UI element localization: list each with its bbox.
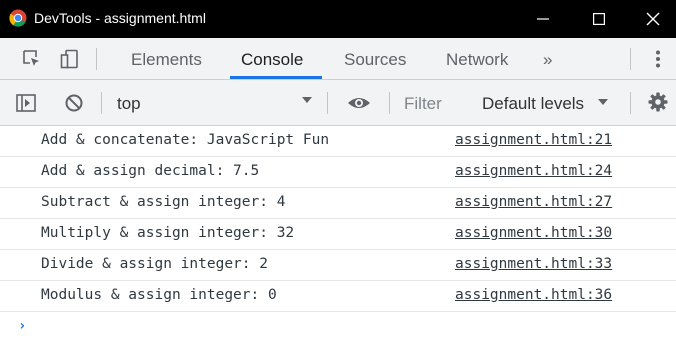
console-message: Modulus & assign integer: 0 assignment.h… — [0, 281, 676, 312]
source-link[interactable]: assignment.html:24 — [455, 163, 612, 179]
source-link[interactable]: assignment.html:30 — [455, 225, 612, 241]
toolbar-divider — [630, 92, 631, 114]
toolbar-divider — [101, 92, 102, 114]
context-selector[interactable]: top — [117, 94, 141, 114]
tab-console[interactable]: Console — [241, 50, 303, 70]
close-icon — [646, 12, 660, 26]
console-output: Add & concatenate: JavaScript Fun assign… — [0, 126, 676, 338]
show-sidebar-icon[interactable] — [16, 93, 36, 113]
message-text: Add & concatenate: JavaScript Fun — [41, 132, 330, 148]
gear-icon[interactable] — [648, 92, 668, 112]
minimize-button[interactable] — [520, 0, 566, 38]
console-message: Add & assign decimal: 7.5 assignment.htm… — [0, 157, 676, 188]
console-prompt[interactable]: › — [0, 312, 676, 338]
message-text: Modulus & assign integer: 0 — [41, 287, 277, 303]
window-title: DevTools - assignment.html — [34, 10, 206, 26]
log-levels-dropdown[interactable]: Default levels — [482, 94, 584, 114]
more-tabs-button[interactable]: » — [543, 50, 552, 70]
close-button[interactable] — [630, 0, 676, 38]
toolbar-divider — [327, 92, 328, 114]
source-link[interactable]: assignment.html:21 — [455, 132, 612, 148]
console-message: Subtract & assign integer: 4 assignment.… — [0, 188, 676, 219]
source-link[interactable]: assignment.html:36 — [455, 287, 612, 303]
maximize-icon — [593, 13, 605, 25]
levels-dropdown-arrow-icon[interactable] — [598, 99, 608, 105]
message-text: Multiply & assign integer: 32 — [41, 225, 295, 241]
console-message: Multiply & assign integer: 32 assignment… — [0, 219, 676, 250]
context-dropdown-arrow-icon[interactable] — [302, 97, 312, 103]
active-tab-indicator — [230, 76, 322, 79]
chrome-logo-icon — [9, 9, 27, 27]
live-expression-eye-icon[interactable] — [347, 93, 371, 113]
minimize-icon — [537, 18, 549, 20]
prompt-chevron-icon: › — [18, 318, 27, 334]
window-titlebar: DevTools - assignment.html — [0, 0, 676, 38]
clear-console-icon[interactable] — [64, 93, 84, 113]
source-link[interactable]: assignment.html:33 — [455, 256, 612, 272]
message-text: Divide & assign integer: 2 — [41, 256, 268, 272]
console-message: Add & concatenate: JavaScript Fun assign… — [0, 126, 676, 157]
toolbar-divider — [389, 92, 390, 114]
console-message: Divide & assign integer: 2 assignment.ht… — [0, 250, 676, 281]
maximize-button[interactable] — [576, 0, 622, 38]
toolbar-divider — [96, 48, 97, 70]
message-text: Subtract & assign integer: 4 — [41, 194, 286, 210]
console-toolbar: top Filter Default levels — [0, 80, 676, 126]
device-toolbar-icon[interactable] — [60, 49, 80, 69]
toolbar-divider — [630, 48, 631, 70]
tab-sources[interactable]: Sources — [344, 50, 406, 70]
tab-elements[interactable]: Elements — [131, 50, 202, 70]
kebab-menu-icon[interactable] — [648, 49, 668, 69]
devtools-tabbar: Elements Console Sources Network » — [0, 38, 676, 80]
filter-input[interactable]: Filter — [404, 94, 442, 114]
inspect-element-icon[interactable] — [22, 49, 42, 69]
message-text: Add & assign decimal: 7.5 — [41, 163, 260, 179]
tab-network[interactable]: Network — [446, 50, 508, 70]
source-link[interactable]: assignment.html:27 — [455, 194, 612, 210]
